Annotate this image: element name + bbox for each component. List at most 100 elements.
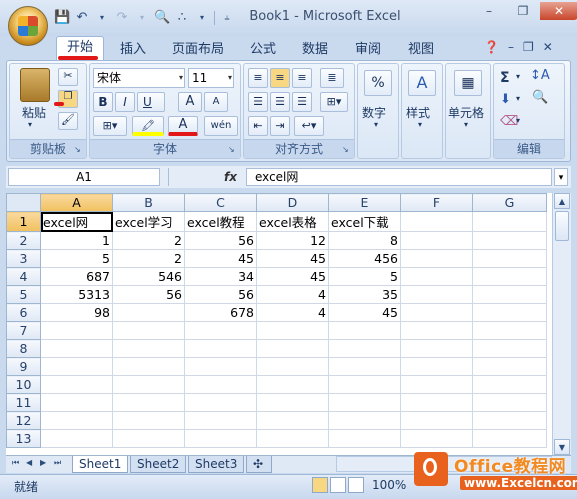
bold-button[interactable]: B [93,92,113,112]
number-format-icon[interactable]: % [364,70,392,96]
vertical-scrollbar[interactable]: ▲ ▼ [552,193,571,455]
column-header[interactable]: C [184,193,257,212]
restore-button[interactable]: ❐ [506,2,540,20]
autosum-dropdown-icon[interactable]: ▾ [516,72,520,81]
cell[interactable]: 546 [112,267,185,286]
undo-dropdown-icon[interactable]: ▾ [94,10,110,26]
cells-dropdown-icon[interactable]: ▾ [464,120,468,129]
cell[interactable] [328,357,401,376]
formula-bar-divider[interactable] [168,168,218,186]
cell[interactable] [400,411,473,430]
cell[interactable] [256,375,329,394]
cell[interactable] [256,429,329,448]
tab-formulas[interactable]: 公式 [250,38,276,57]
page-break-view-icon[interactable] [348,477,364,493]
insert-function-icon[interactable]: fx [224,168,244,186]
zoom-level[interactable]: 100% [372,478,406,492]
cell[interactable] [472,411,547,430]
shapes-dropdown-icon[interactable]: ▾ [194,10,210,26]
sheet-tab-2[interactable]: Sheet2 [130,456,187,473]
row-header[interactable]: 12 [6,411,41,430]
underline-button[interactable]: U [137,92,165,112]
workbook-restore-icon[interactable]: ❐ [523,40,534,54]
clear-dropdown-icon[interactable]: ▾ [516,116,520,125]
expand-formula-bar-icon[interactable]: ▾ [554,168,568,186]
cell[interactable]: 5313 [40,285,113,304]
align-top-icon[interactable]: ≡ [248,68,268,88]
cell[interactable] [472,285,547,304]
cell[interactable] [328,393,401,412]
redo-dropdown-icon[interactable]: ▾ [134,10,150,26]
column-header[interactable]: F [400,193,473,212]
column-header[interactable]: B [112,193,185,212]
cells-icon[interactable]: ▦ [454,70,482,96]
cell[interactable] [112,411,185,430]
cell[interactable] [112,357,185,376]
office-button[interactable] [8,6,48,46]
last-sheet-icon[interactable]: ⏭ [54,458,61,468]
cell[interactable] [112,429,185,448]
minimize-button[interactable]: – [472,2,506,20]
cell[interactable] [400,393,473,412]
cell[interactable]: 56 [112,285,185,304]
cell[interactable]: 678 [184,303,257,322]
align-middle-icon[interactable]: ≡ [270,68,290,88]
cell[interactable] [472,375,547,394]
cell[interactable] [112,303,185,322]
sort-filter-icon[interactable]: ↕A [530,68,550,83]
cell[interactable]: 34 [184,267,257,286]
column-header[interactable]: E [328,193,401,212]
cell[interactable] [256,357,329,376]
cell[interactable] [112,393,185,412]
cell[interactable]: excel下载 [328,211,401,232]
undo-icon[interactable]: ↶ [74,10,90,26]
styles-icon[interactable]: A [408,70,436,96]
cell[interactable] [40,375,113,394]
shrink-font-button[interactable]: A [204,92,228,112]
cell[interactable] [472,357,547,376]
cell[interactable]: 45 [256,267,329,286]
cell[interactable] [40,321,113,340]
cell[interactable] [40,339,113,358]
wrap-text-icon[interactable]: ↩▾ [294,116,324,136]
cell[interactable] [328,411,401,430]
tab-insert[interactable]: 插入 [120,38,146,57]
cell[interactable]: 12 [256,231,329,250]
print-preview-icon[interactable]: 🔍 [154,10,170,26]
align-bottom-icon[interactable]: ≡ [292,68,312,88]
cell[interactable]: excel教程 [184,211,257,232]
help-icon[interactable]: ❓ [484,40,499,54]
tab-page-layout[interactable]: 页面布局 [172,38,224,57]
cell[interactable]: 2 [112,231,185,250]
grow-font-button[interactable]: A [178,92,202,112]
cell[interactable]: 45 [328,303,401,322]
borders-icon[interactable]: ⊞▾ [93,116,127,136]
format-painter-icon[interactable]: 🖌 [58,112,78,130]
clipboard-launcher-icon[interactable]: ↘ [74,145,84,155]
shapes-icon[interactable]: ∴ [174,10,190,26]
sheet-tab-1[interactable]: Sheet1 [72,456,129,473]
cell[interactable] [184,357,257,376]
page-layout-view-icon[interactable] [330,477,346,493]
cell[interactable] [400,375,473,394]
fill-dropdown-icon[interactable]: ▾ [516,94,520,103]
column-header[interactable]: A [40,193,113,212]
cell[interactable] [184,429,257,448]
tab-review[interactable]: 审阅 [355,38,381,57]
workbook-minimize-icon[interactable]: – [508,40,514,54]
cell[interactable] [184,393,257,412]
cell[interactable] [184,339,257,358]
normal-view-icon[interactable] [312,477,328,493]
cell[interactable] [472,429,547,448]
tab-view[interactable]: 视图 [408,38,434,57]
row-header[interactable]: 7 [6,321,41,340]
increase-indent-icon[interactable]: ⇥ [270,116,290,136]
cell[interactable] [400,211,473,232]
cell[interactable] [184,321,257,340]
align-left-icon[interactable]: ☰ [248,92,268,112]
cell[interactable]: 4 [256,303,329,322]
number-dropdown-icon[interactable]: ▾ [374,120,378,129]
save-icon[interactable]: 💾 [54,10,70,26]
number-label[interactable]: 数字 [362,104,386,121]
styles-label[interactable]: 样式 [406,104,430,121]
